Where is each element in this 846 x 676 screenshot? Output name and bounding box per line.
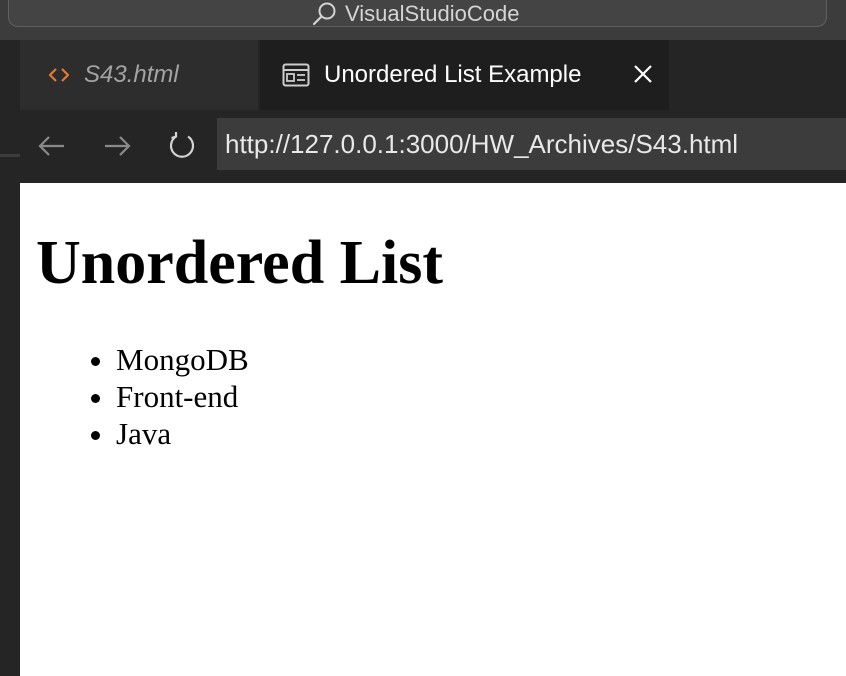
tab-unordered-list-example[interactable]: Unordered List Example	[260, 40, 669, 110]
forward-button[interactable]	[99, 128, 135, 164]
list-item: MongoDB	[116, 341, 249, 378]
title-bar: VisualStudioCode	[0, 0, 846, 40]
editor-tab-bar: S43.html Unordered List Example	[20, 40, 846, 110]
browser-nav-bar: http://127.0.0.1:3000/HW_Archives/S43.ht…	[20, 110, 846, 183]
html-code-icon	[48, 65, 70, 85]
tab-label: S43.html	[84, 61, 179, 88]
back-button[interactable]	[34, 128, 70, 164]
tab-s43-html[interactable]: S43.html	[20, 40, 258, 110]
list-item: Java	[116, 415, 249, 452]
page-viewport: Unordered List MongoDB Front-end Java	[20, 183, 846, 676]
close-icon[interactable]	[631, 62, 655, 86]
address-bar[interactable]: http://127.0.0.1:3000/HW_Archives/S43.ht…	[217, 118, 846, 170]
list-item: Front-end	[116, 378, 249, 415]
search-icon	[312, 2, 336, 26]
command-center-label: VisualStudioCode	[345, 1, 520, 26]
tab-label: Unordered List Example	[324, 61, 582, 88]
reload-icon	[169, 132, 195, 158]
unordered-list: MongoDB Front-end Java	[76, 341, 249, 452]
command-center[interactable]: VisualStudioCode	[8, 0, 827, 27]
preview-icon	[282, 63, 310, 87]
arrow-left-icon	[38, 136, 64, 156]
arrow-right-icon	[105, 136, 131, 156]
reload-button[interactable]	[164, 128, 200, 164]
page-title: Unordered List	[36, 229, 444, 297]
sidebar-edge	[0, 40, 20, 676]
